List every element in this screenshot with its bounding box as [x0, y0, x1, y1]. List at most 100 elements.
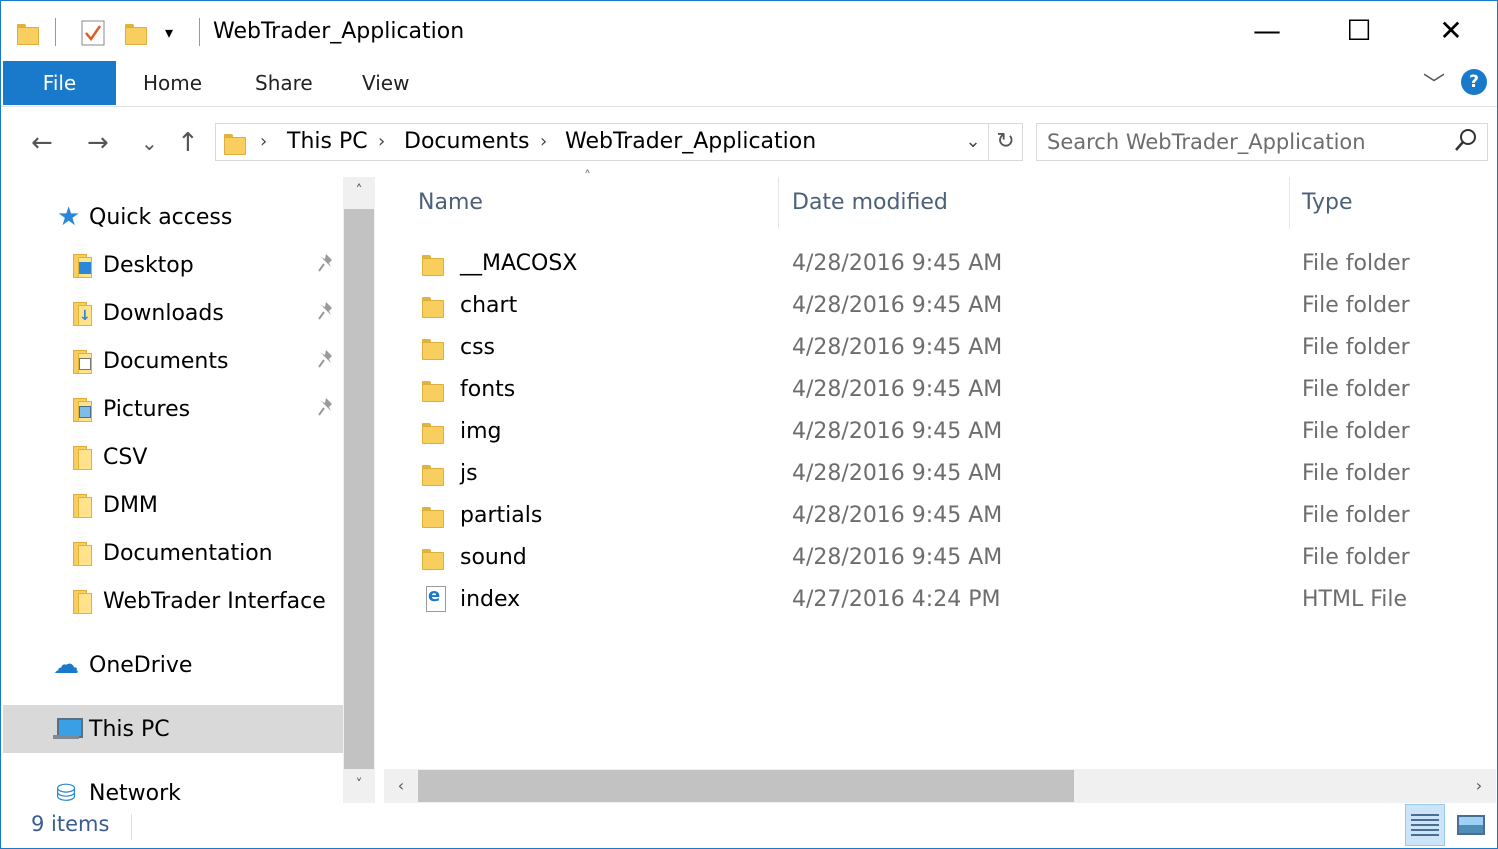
nav-scroll-thumb[interactable] — [344, 209, 374, 769]
address-bar[interactable]: › This PC › Documents › WebTrader_Applic… — [215, 123, 1023, 161]
nav-item-csv[interactable]: CSV — [3, 435, 343, 479]
file-row[interactable]: css 4/28/2016 9:45 AM File folder — [414, 327, 1494, 369]
file-name: __MACOSX — [460, 251, 578, 276]
properties-checkmark-icon[interactable] — [81, 15, 105, 49]
search-box[interactable] — [1036, 123, 1488, 161]
minimize-button[interactable]: — — [1221, 1, 1313, 59]
nav-label: Network — [89, 780, 181, 804]
back-arrow-icon[interactable]: ← — [31, 126, 53, 160]
nav-item-documents[interactable]: Documents — [3, 339, 343, 383]
html-file-icon: e — [426, 586, 446, 612]
search-input[interactable] — [1047, 125, 1437, 159]
pin-icon[interactable] — [317, 253, 335, 278]
customize-dropdown-icon[interactable]: ▾ — [165, 15, 173, 49]
details-view-icon — [1411, 814, 1439, 836]
column-header-type[interactable]: Type — [1302, 177, 1353, 229]
file-type: HTML File — [1302, 587, 1408, 612]
folder-icon — [422, 294, 444, 318]
nav-label: CSV — [103, 444, 148, 470]
pictures-folder-icon — [73, 398, 92, 422]
pin-icon[interactable] — [317, 301, 335, 326]
file-list: Name ˄ Date modified Type __MACOSX 4/28/… — [384, 169, 1496, 767]
breadcrumb-chevron-icon[interactable]: › — [540, 124, 547, 160]
file-type: File folder — [1302, 461, 1410, 486]
expand-ribbon-chevron-icon[interactable]: ﹀ — [1423, 67, 1445, 99]
file-row[interactable]: partials 4/28/2016 9:45 AM File folder — [414, 495, 1494, 537]
scroll-right-arrow-icon[interactable]: › — [1462, 769, 1496, 803]
nav-item-dmm[interactable]: DMM — [3, 483, 343, 527]
folder-icon — [73, 590, 92, 614]
folder-icon — [422, 378, 444, 402]
file-row[interactable]: img 4/28/2016 9:45 AM File folder — [414, 411, 1494, 453]
file-row[interactable]: sound 4/28/2016 9:45 AM File folder — [414, 537, 1494, 579]
nav-item-network[interactable]: ⛁ Network — [3, 771, 343, 803]
refresh-icon[interactable]: ↻ — [988, 124, 1022, 160]
breadcrumb-current-folder[interactable]: WebTrader_Application — [565, 124, 816, 160]
breadcrumb-chevron-icon[interactable]: › — [260, 124, 267, 160]
breadcrumb-chevron-icon[interactable]: › — [378, 124, 385, 160]
nav-item-this-pc[interactable]: This PC — [3, 705, 343, 753]
tab-share[interactable]: Share — [255, 61, 313, 105]
forward-arrow-icon[interactable]: → — [87, 126, 109, 160]
horizontal-scroll-thumb[interactable] — [418, 770, 1074, 802]
file-date: 4/28/2016 9:45 AM — [792, 335, 1003, 360]
file-row[interactable]: __MACOSX 4/28/2016 9:45 AM File folder — [414, 243, 1494, 285]
nav-pane-scrollbar[interactable]: ˄ ˅ — [343, 177, 375, 803]
column-divider[interactable] — [1289, 177, 1290, 229]
nav-item-documentation[interactable]: Documentation — [3, 531, 343, 575]
nav-label: DMM — [103, 492, 158, 518]
file-name: sound — [460, 545, 527, 570]
maximize-button[interactable]: ☐ — [1313, 1, 1405, 59]
file-name: fonts — [460, 377, 516, 402]
nav-item-webtrader-interface[interactable]: WebTrader Interface — [3, 579, 343, 623]
recent-locations-chevron-icon[interactable]: ⌄ — [141, 126, 158, 160]
breadcrumb-this-pc[interactable]: This PC — [287, 124, 368, 160]
file-row[interactable]: e index 4/27/2016 4:24 PM HTML File — [414, 579, 1494, 621]
nav-quick-access[interactable]: ★ Quick access — [3, 195, 343, 239]
nav-label: OneDrive — [89, 652, 193, 678]
up-arrow-icon[interactable]: ↑ — [177, 126, 199, 160]
nav-label: Pictures — [103, 396, 191, 422]
scroll-up-arrow-icon[interactable]: ˄ — [343, 183, 375, 199]
search-icon[interactable] — [1455, 128, 1477, 158]
quick-access-folder-icon[interactable] — [17, 15, 39, 49]
column-header-name[interactable]: Name — [418, 177, 483, 229]
pin-icon[interactable] — [317, 397, 335, 422]
breadcrumb-documents[interactable]: Documents — [404, 124, 529, 160]
tab-file[interactable]: File — [3, 61, 116, 105]
column-divider[interactable] — [778, 177, 779, 229]
scroll-down-arrow-icon[interactable]: ˅ — [343, 777, 375, 793]
close-button[interactable]: ✕ — [1405, 1, 1497, 59]
scroll-left-arrow-icon[interactable]: ‹ — [384, 769, 418, 803]
pin-icon[interactable] — [317, 349, 335, 374]
column-header-date-modified[interactable]: Date modified — [792, 177, 948, 229]
details-view-button[interactable] — [1405, 804, 1445, 846]
address-row: ← → ⌄ ↑ › This PC › Documents › WebTrade… — [1, 108, 1497, 176]
tab-home[interactable]: Home — [143, 61, 202, 105]
nav-label: Documentation — [103, 540, 273, 566]
nav-item-desktop[interactable]: Desktop — [3, 243, 343, 287]
horizontal-scrollbar[interactable]: ‹ › — [384, 769, 1496, 803]
title-bar: ▾ WebTrader_Application — ☐ ✕ — [1, 1, 1497, 61]
sort-ascending-icon: ˄ — [584, 169, 591, 185]
nav-item-pictures[interactable]: Pictures — [3, 387, 343, 431]
explorer-window: ▾ WebTrader_Application — ☐ ✕ File Home … — [0, 0, 1498, 849]
minimize-icon: — — [1253, 13, 1281, 47]
tab-view[interactable]: View — [362, 61, 409, 105]
nav-label: Downloads — [103, 300, 224, 326]
file-row[interactable]: js 4/28/2016 9:45 AM File folder — [414, 453, 1494, 495]
large-icons-view-button[interactable] — [1451, 804, 1491, 846]
file-row[interactable]: fonts 4/28/2016 9:45 AM File folder — [414, 369, 1494, 411]
nav-item-downloads[interactable]: ↓ Downloads — [3, 291, 343, 335]
documents-folder-icon — [73, 350, 92, 374]
new-folder-icon[interactable] — [125, 15, 147, 49]
nav-item-onedrive[interactable]: ☁ OneDrive — [3, 643, 343, 687]
window-title: WebTrader_Application — [213, 19, 465, 44]
file-type: File folder — [1302, 251, 1410, 276]
help-icon[interactable]: ? — [1461, 69, 1487, 95]
address-dropdown-icon[interactable]: ⌄ — [960, 124, 986, 160]
file-type: File folder — [1302, 419, 1410, 444]
file-name: partials — [460, 503, 543, 528]
file-row[interactable]: chart 4/28/2016 9:45 AM File folder — [414, 285, 1494, 327]
onedrive-cloud-icon: ☁ — [53, 650, 79, 680]
